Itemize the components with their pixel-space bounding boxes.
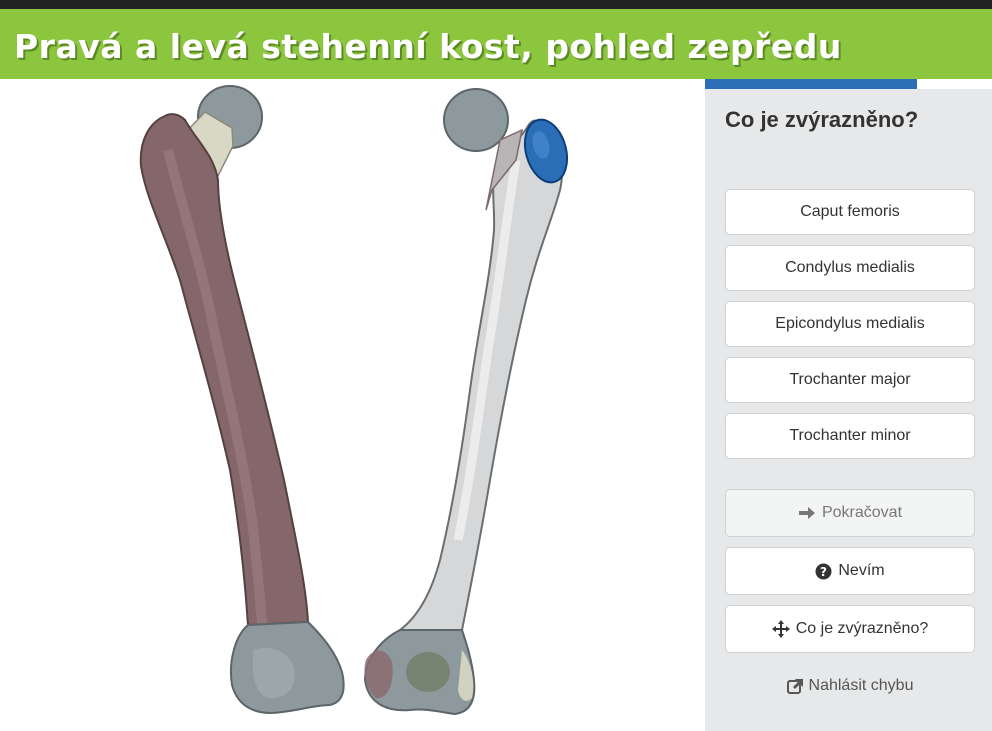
progress-bar-fill bbox=[705, 79, 918, 89]
answer-option-label: Condylus medialis bbox=[785, 259, 915, 276]
answer-option-2[interactable]: Condylus medialis bbox=[725, 245, 975, 291]
svg-text:?: ? bbox=[820, 565, 827, 579]
right-femur bbox=[139, 85, 345, 714]
report-error-link[interactable]: Nahlásit chybu bbox=[725, 673, 975, 699]
what-highlighted-label: Co je zvýrazněno? bbox=[795, 620, 929, 637]
crosshair-arrows-icon bbox=[771, 620, 790, 638]
femur-illustration bbox=[139, 85, 569, 716]
top-bar bbox=[0, 0, 992, 9]
left-femur-head[interactable] bbox=[443, 88, 509, 152]
answer-option-label: Epicondylus medialis bbox=[775, 315, 925, 332]
answer-option-4[interactable]: Trochanter major bbox=[725, 357, 975, 403]
left-femur bbox=[363, 88, 569, 716]
dont-know-label: Nevím bbox=[838, 562, 885, 579]
answer-option-label: Trochanter major bbox=[789, 371, 911, 388]
answer-option-label: Trochanter minor bbox=[789, 427, 911, 444]
report-error-label: Nahlásit chybu bbox=[808, 677, 914, 694]
anatomy-image bbox=[0, 79, 705, 731]
arrow-right-icon bbox=[798, 506, 816, 520]
answer-option-label: Caput femoris bbox=[800, 203, 900, 220]
answer-option-1[interactable]: Caput femoris bbox=[725, 189, 975, 235]
continue-label: Pokračovat bbox=[821, 504, 903, 521]
dont-know-button[interactable]: ? Nevím bbox=[725, 547, 975, 595]
page-title: Pravá a levá stehenní kost, pohled zepře… bbox=[14, 27, 842, 66]
continue-button[interactable]: Pokračovat bbox=[725, 489, 975, 537]
question-text: Co je zvýrazněno? bbox=[725, 107, 919, 132]
what-highlighted-button[interactable]: Co je zvýrazněno? bbox=[725, 605, 975, 653]
question-circle-icon: ? bbox=[815, 563, 832, 580]
header: Pravá a levá stehenní kost, pohled zepře… bbox=[0, 9, 992, 79]
answer-option-3[interactable]: Epicondylus medialis bbox=[725, 301, 975, 347]
answer-option-5[interactable]: Trochanter minor bbox=[725, 413, 975, 459]
quiz-panel: Co je zvýrazněno? Caput femoris Condylus… bbox=[705, 79, 992, 731]
progress-bar bbox=[705, 79, 992, 89]
external-link-icon bbox=[786, 678, 804, 695]
